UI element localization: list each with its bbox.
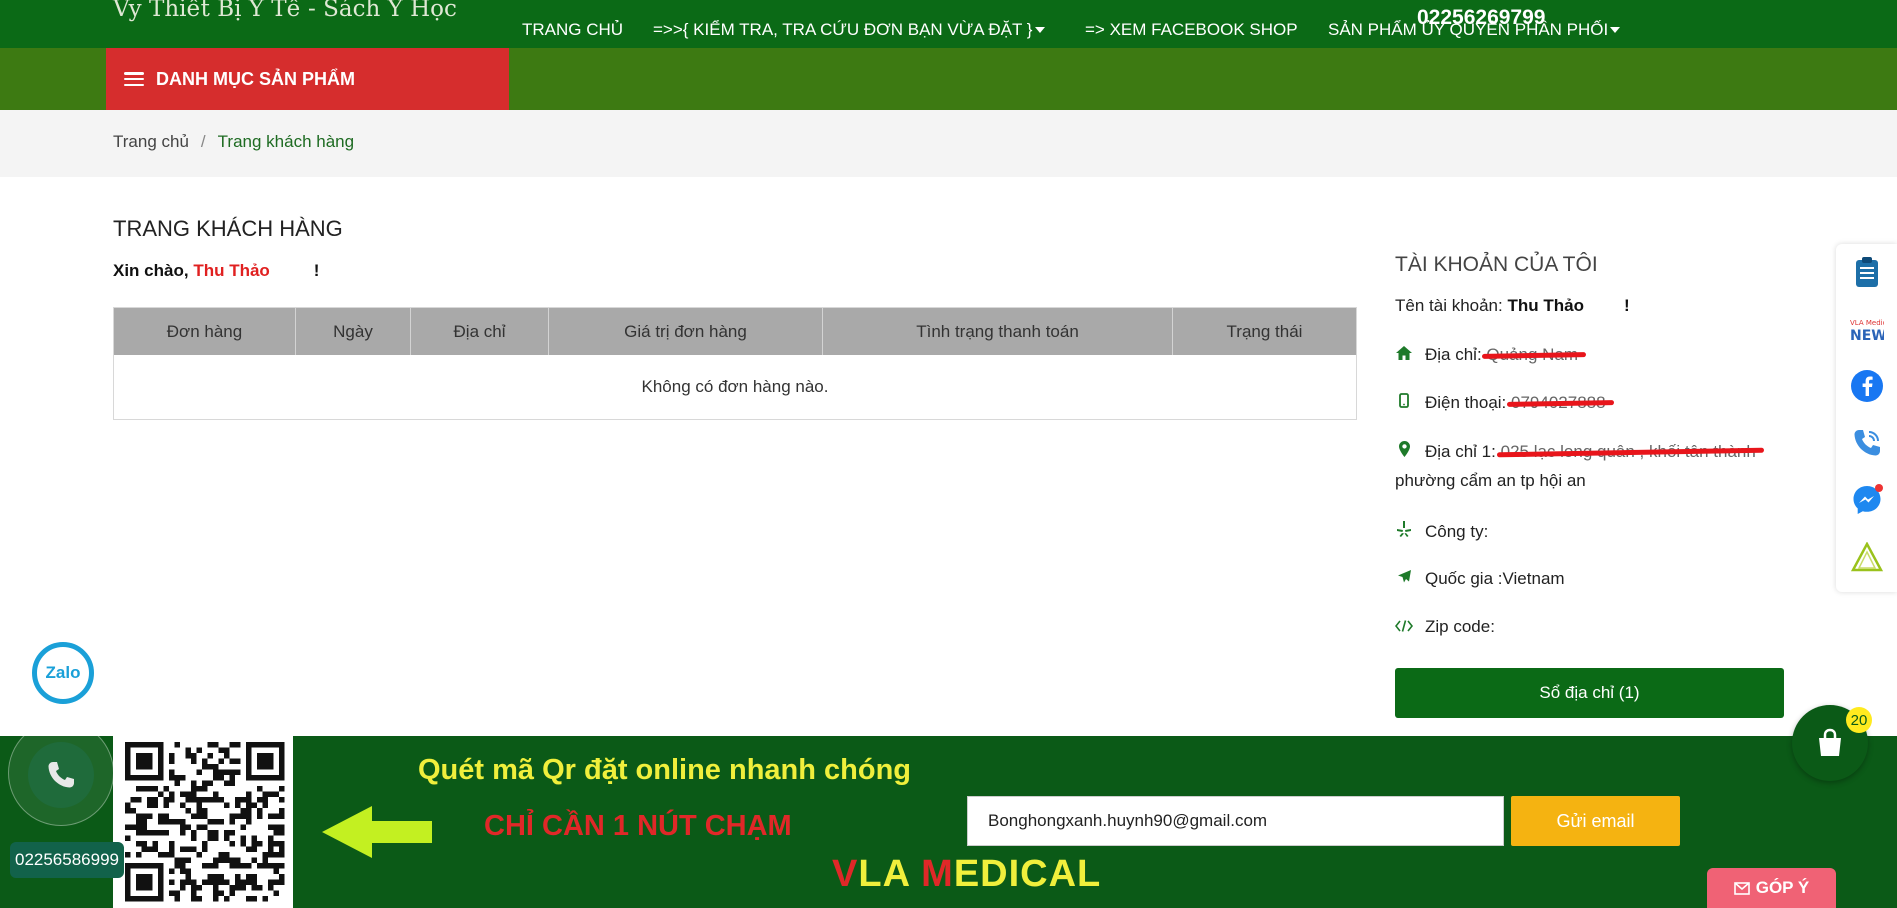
qr-code[interactable] xyxy=(113,736,293,908)
yelp-icon xyxy=(1395,521,1413,541)
greeting-suffix: ! xyxy=(313,261,320,280)
address1-label: Địa chỉ 1: xyxy=(1425,442,1496,461)
hamburger-icon xyxy=(124,72,144,86)
brand-letter-m: M xyxy=(921,853,954,895)
site-tagline: Vy Thiết Bị Y Tế - Sách Y Học xyxy=(113,0,457,22)
address-label: Địa chỉ: xyxy=(1425,345,1482,364)
account-company-row: Công ty: xyxy=(1395,521,1488,542)
account-address1-row: Địa chỉ 1: 025 lạc long quân , khối tân … xyxy=(1395,441,1756,462)
account-country-row: Quốc gia :Vietnam xyxy=(1395,569,1565,589)
company-label: Công ty: xyxy=(1425,522,1489,541)
shopping-bag-icon xyxy=(1819,728,1841,756)
phone-handset-icon xyxy=(48,762,74,788)
account-title: TÀI KHOẢN CỦA TÔI xyxy=(1395,253,1598,276)
nav-item-label: TRANG CHỦ xyxy=(522,20,624,39)
brand-part-edical: EDICAL xyxy=(953,853,1102,895)
zalo-label: Zalo xyxy=(45,663,81,682)
column-header-order-value: Giá trị đơn hàng xyxy=(549,308,823,355)
orders-table: Đơn hàng Ngày Địa chỉ Giá trị đơn hàng T… xyxy=(113,307,1357,420)
feedback-label: GÓP Ý xyxy=(1755,878,1810,897)
orders-table-header: Đơn hàng Ngày Địa chỉ Giá trị đơn hàng T… xyxy=(114,308,1356,355)
arrow-left-icon xyxy=(322,806,432,858)
greeting-user-name: Thu Thảo xyxy=(193,261,270,280)
envelope-icon xyxy=(1733,881,1750,895)
nav-item-home[interactable]: TRANG CHỦ xyxy=(522,20,623,40)
caret-down-icon xyxy=(1610,27,1621,33)
account-address1-continued: phường cẩm an tp hội an xyxy=(1395,471,1586,490)
address1-value: 025 lạc long quân , khối tân thành xyxy=(1500,442,1756,461)
page: Vy Thiết Bị Y Tế - Sách Y Học 0225626979… xyxy=(0,0,1897,908)
clipboard-icon[interactable] xyxy=(1850,255,1884,289)
facebook-icon[interactable] xyxy=(1850,369,1884,403)
category-menu-label: DANH MỤC SẢN PHẨM xyxy=(156,68,355,89)
account-phone-row: Điện thoại: 0794027888 xyxy=(1395,393,1606,413)
messenger-icon[interactable] xyxy=(1850,483,1884,517)
username-value: Thu Thảo xyxy=(1507,296,1584,315)
brand-part-la: LA xyxy=(858,853,922,895)
column-header-status: Trạng thái xyxy=(1226,321,1303,341)
breadcrumb-home[interactable]: Trang chủ xyxy=(113,132,189,151)
qr-promo-text: Quét mã Qr đặt online nhanh chóng xyxy=(418,754,912,786)
breadcrumb-separator: / xyxy=(200,132,206,151)
breadcrumb-current[interactable]: Trang khách hàng xyxy=(218,132,354,151)
greeting-prefix: Xin chào, xyxy=(113,261,189,280)
floating-social-bar: VLA MedicalNEWS xyxy=(1836,244,1897,592)
country-value: Vietnam xyxy=(1502,569,1565,588)
caret-down-icon xyxy=(1034,27,1045,33)
zalo-button[interactable]: Zalo xyxy=(32,642,94,704)
category-menu-button[interactable]: DANH MỤC SẢN PHẨM xyxy=(106,48,509,110)
call-number[interactable]: 02256586999 xyxy=(10,842,124,878)
orders-empty-message: Không có đơn hàng nào. xyxy=(114,355,1356,419)
mobile-phone-icon xyxy=(1395,393,1413,412)
username-suffix: ! xyxy=(1623,296,1630,315)
qr-code-image xyxy=(125,742,285,902)
map-marker-icon xyxy=(1395,441,1413,461)
account-username-row: Tên tài khoản: Thu Thảo! xyxy=(1395,296,1630,316)
email-input[interactable]: Bonghongxanh.huynh90@gmail.com xyxy=(967,796,1504,846)
nav-item-facebook-shop[interactable]: => XEM FACEBOOK SHOP xyxy=(1085,20,1298,40)
nav-item-label: =>>{ KIỂM TRA, TRA CỨU ĐƠN BẠN VỪA ĐẶT } xyxy=(653,20,1033,39)
nav-item-authorized-products[interactable]: SẢN PHẨM ỦY QUYỀN PHÂN PHỐI xyxy=(1328,20,1621,40)
phone-call-icon[interactable] xyxy=(1850,426,1884,460)
brand-letter-v: V xyxy=(832,853,859,895)
nav-item-label: => XEM FACEBOOK SHOP xyxy=(1085,20,1298,39)
country-label: Quốc gia : xyxy=(1425,569,1503,588)
send-email-button[interactable]: Gửi email xyxy=(1511,796,1680,846)
phone-value: 0794027888 xyxy=(1511,393,1606,412)
nav-item-label: SẢN PHẨM ỦY QUYỀN PHÂN PHỐI xyxy=(1328,20,1609,39)
home-icon xyxy=(1395,346,1413,364)
column-header-order: Đơn hàng xyxy=(114,308,296,355)
phone-label: Điện thoại: xyxy=(1425,393,1507,412)
call-button[interactable] xyxy=(28,742,94,808)
feedback-button[interactable]: GÓP Ý xyxy=(1707,868,1836,908)
username-label: Tên tài khoản: xyxy=(1395,296,1503,315)
address-book-button[interactable]: Sổ địa chỉ (1) xyxy=(1395,668,1784,718)
account-address-row: Địa chỉ: Quảng Nam xyxy=(1395,345,1578,365)
triangle-logo-icon[interactable] xyxy=(1850,540,1884,574)
address-value: Quảng Nam xyxy=(1486,345,1579,364)
airplane-icon xyxy=(1395,569,1413,588)
svg-text:NEWS: NEWS xyxy=(1850,328,1884,342)
page-title: TRANG KHÁCH HÀNG xyxy=(113,216,343,241)
svg-text:VLA Medical: VLA Medical xyxy=(1850,319,1884,327)
nav-item-check-order[interactable]: =>>{ KIỂM TRA, TRA CỨU ĐƠN BẠN VỪA ĐẶT } xyxy=(653,20,1045,40)
brand-logo-text: VLA MEDICAL xyxy=(832,853,1101,896)
zip-label: Zip code: xyxy=(1425,617,1495,636)
news-icon[interactable]: VLA MedicalNEWS xyxy=(1850,312,1884,346)
account-zip-row: Zip code: xyxy=(1394,617,1495,637)
column-header-date: Ngày xyxy=(296,308,411,355)
column-header-payment-status: Tình trạng thanh toán xyxy=(823,308,1173,355)
code-icon xyxy=(1394,619,1414,636)
one-touch-text: CHỈ CẦN 1 NÚT CHẠM xyxy=(484,810,792,842)
cart-count-badge: 20 xyxy=(1846,707,1872,733)
column-header-address: Địa chỉ xyxy=(411,308,549,355)
breadcrumb: Trang chủ / Trang khách hàng xyxy=(113,132,354,152)
greeting: Xin chào, Thu Thảo! xyxy=(113,261,319,281)
